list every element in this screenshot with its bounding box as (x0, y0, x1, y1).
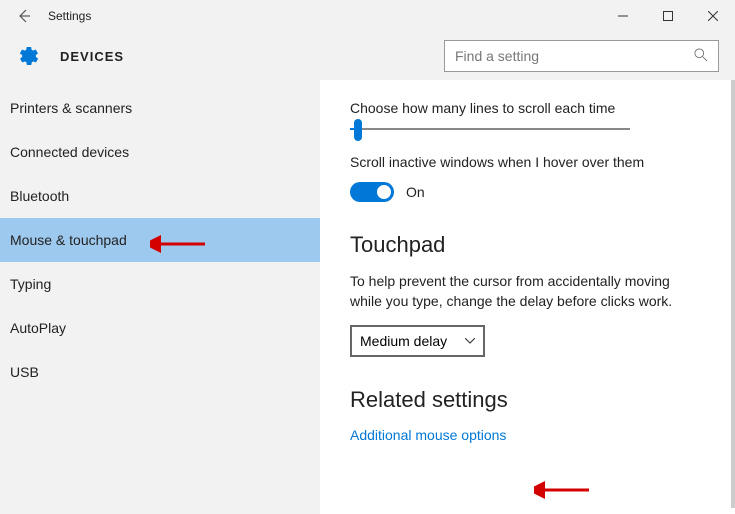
header-title: DEVICES (60, 49, 124, 64)
chevron-down-icon (465, 336, 475, 347)
search-icon (694, 48, 708, 65)
hover-scroll-toggle[interactable] (350, 182, 394, 202)
sidebar-item-usb[interactable]: USB (0, 350, 320, 394)
maximize-button[interactable] (645, 0, 690, 32)
sidebar-item-printers[interactable]: Printers & scanners (0, 86, 320, 130)
additional-mouse-options-link[interactable]: Additional mouse options (350, 427, 705, 443)
dropdown-value: Medium delay (360, 333, 447, 349)
sidebar-item-label: Bluetooth (10, 188, 69, 204)
slider-thumb[interactable] (354, 119, 362, 141)
scroll-lines-label: Choose how many lines to scroll each tim… (350, 100, 705, 116)
minimize-button[interactable] (600, 0, 645, 32)
toggle-state-label: On (406, 184, 425, 200)
sidebar-item-autoplay[interactable]: AutoPlay (0, 306, 320, 350)
delay-dropdown[interactable]: Medium delay (350, 325, 485, 357)
scroll-lines-slider[interactable] (350, 128, 705, 130)
search-box[interactable] (444, 40, 719, 72)
close-button[interactable] (690, 0, 735, 32)
sidebar-item-label: Printers & scanners (10, 100, 132, 116)
sidebar-item-typing[interactable]: Typing (0, 262, 320, 306)
gear-icon (18, 45, 40, 67)
main-panel: Choose how many lines to scroll each tim… (320, 80, 735, 514)
touchpad-heading: Touchpad (350, 232, 705, 258)
window-title: Settings (48, 9, 600, 23)
back-button[interactable] (0, 0, 48, 32)
search-input[interactable] (455, 48, 694, 64)
sidebar: Printers & scanners Connected devices Bl… (0, 80, 320, 514)
sidebar-item-label: Mouse & touchpad (10, 232, 127, 248)
sidebar-item-mouse-touchpad[interactable]: Mouse & touchpad (0, 218, 320, 262)
scrollbar[interactable] (731, 80, 735, 508)
sidebar-item-label: AutoPlay (10, 320, 66, 336)
sidebar-item-connected-devices[interactable]: Connected devices (0, 130, 320, 174)
toggle-knob (377, 185, 391, 199)
header: DEVICES (0, 32, 735, 80)
arrow-left-icon (16, 8, 32, 24)
touchpad-description: To help prevent the cursor from accident… (350, 272, 705, 311)
sidebar-item-label: USB (10, 364, 39, 380)
sidebar-item-label: Typing (10, 276, 51, 292)
hover-scroll-label: Scroll inactive windows when I hover ove… (350, 154, 705, 170)
related-settings-heading: Related settings (350, 387, 705, 413)
sidebar-item-bluetooth[interactable]: Bluetooth (0, 174, 320, 218)
sidebar-item-label: Connected devices (10, 144, 129, 160)
caption-buttons (600, 0, 735, 32)
titlebar: Settings (0, 0, 735, 32)
